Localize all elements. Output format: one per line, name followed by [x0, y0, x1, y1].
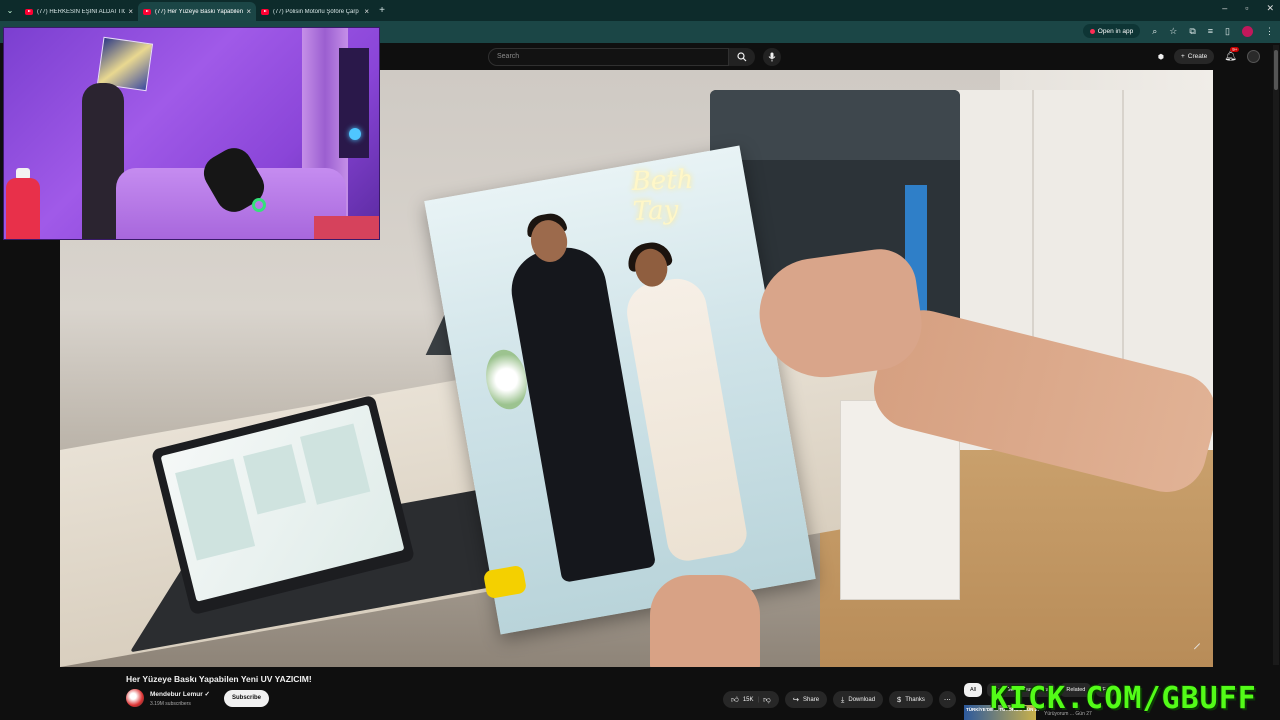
profile-avatar[interactable]: [1242, 25, 1253, 37]
cam-bottle: [6, 178, 40, 239]
browser-tab-1[interactable]: (77) HERKESİN EŞİNİ ALDATTIĞI ×: [20, 2, 138, 21]
toolbar-right: Open in app ⌕ ☆ ⧉ ≡ ▯ ⋮: [1082, 24, 1274, 38]
tab-search-icon[interactable]: ⌄: [0, 0, 20, 21]
create-label: Create: [1187, 53, 1208, 60]
screen: ⌄ (77) HERKESİN EŞİNİ ALDATTIĞI × (77) H…: [0, 0, 1280, 720]
download-label: Download: [848, 696, 876, 703]
tab-title: (77) HERKESİN EŞİNİ ALDATTIĞI: [37, 8, 126, 15]
subscribe-button[interactable]: Subscribe: [224, 690, 270, 707]
youtube-favicon-icon: [25, 8, 33, 15]
close-window-icon[interactable]: ✕: [1266, 3, 1274, 14]
account-avatar[interactable]: [1247, 50, 1260, 63]
media-icon[interactable]: ≡: [1208, 26, 1213, 36]
scrollbar-thumb[interactable]: [1274, 50, 1278, 90]
channel-name-text: Mendebur Lemur: [150, 691, 203, 698]
zoom-icon[interactable]: ⌕: [1152, 26, 1157, 37]
subscriber-count: 3.19M subscribers: [150, 701, 191, 707]
close-tab-icon[interactable]: ×: [246, 7, 251, 16]
cam-lamp: [349, 128, 361, 140]
kick-watermark: KICK.COM/GBUFF: [990, 681, 1257, 716]
microphone-icon: [768, 52, 776, 62]
browser-tab-3[interactable]: (77) Polisin Motorlu Şöföre Çarp ×: [256, 2, 374, 21]
thanks-button[interactable]: $ Thanks: [889, 691, 933, 708]
open-in-app-label: Open in app: [1097, 27, 1134, 35]
photo-neon-text: Beth Tay: [631, 164, 694, 227]
scrollbar-track[interactable]: [1273, 45, 1279, 665]
printer-lid: [710, 90, 960, 160]
cursor-icon: ⸝: [1192, 635, 1201, 652]
cam-window: [339, 48, 369, 158]
close-tab-icon[interactable]: ×: [364, 7, 369, 16]
close-tab-icon[interactable]: ×: [128, 7, 133, 16]
webcam-overlay: [3, 27, 380, 240]
maximize-icon[interactable]: ▫: [1245, 3, 1248, 14]
header-actions: ⬢ + Create 🔔︎ 9+: [1158, 47, 1260, 64]
video-title: Her Yüzeye Baskı Yapabilen Yeni UV YAZIC…: [126, 674, 312, 684]
create-button[interactable]: + Create: [1173, 49, 1215, 64]
extensions-icon[interactable]: ⧉: [1189, 26, 1195, 37]
like-count[interactable]: 15K: [743, 697, 754, 703]
browser-tab-strip: ⌄ (77) HERKESİN EŞİNİ ALDATTIĞI × (77) H…: [0, 0, 1280, 21]
channel-avatar[interactable]: [126, 689, 144, 707]
cam-mic-light: [252, 198, 266, 212]
share-icon: ↪: [792, 695, 800, 704]
voice-search-button[interactable]: [763, 48, 781, 66]
verified-icon: ✓: [204, 691, 210, 698]
share-label: Share: [803, 696, 820, 703]
tab-title: (77) Her Yüzeye Baskı Yapabilen: [155, 8, 244, 15]
thanks-label: Thanks: [905, 696, 925, 703]
bell-icon: 🔔︎: [1224, 51, 1237, 62]
sidebar-icon[interactable]: ▯: [1225, 26, 1230, 37]
download-icon: ⤓: [841, 694, 845, 704]
laptop-pane: [175, 458, 256, 561]
page-right-strip: [1213, 70, 1280, 667]
search-input[interactable]: Search: [488, 48, 729, 66]
channel-name[interactable]: Mendebur Lemur ✓: [150, 690, 210, 698]
download-button[interactable]: ⤓ Download: [833, 691, 884, 708]
cam-box: [314, 216, 379, 239]
search-button[interactable]: [729, 48, 755, 66]
laptop-pane: [243, 444, 307, 515]
like-divider: |: [757, 696, 760, 703]
search-icon: [737, 52, 747, 62]
thumbs-down-icon[interactable]: 👎︎: [763, 695, 771, 705]
app-icon: [1089, 28, 1095, 34]
video-actions: 👍︎ 15K | 👎︎ ↪ Share ⤓ Download $ Thanks …: [723, 691, 956, 708]
new-tab-icon[interactable]: +: [374, 5, 390, 16]
bookmark-star-icon[interactable]: ☆: [1169, 26, 1177, 37]
minimize-icon[interactable]: –: [1222, 3, 1227, 14]
youtube-favicon-icon: [143, 8, 151, 15]
window-controls: – ▫ ✕: [1222, 3, 1274, 14]
open-in-app-button[interactable]: Open in app: [1082, 24, 1141, 38]
cast-icon[interactable]: ⬢: [1158, 53, 1164, 61]
youtube-favicon-icon: [261, 8, 269, 15]
share-button[interactable]: ↪ Share: [784, 691, 828, 708]
plus-icon: +: [1180, 53, 1185, 60]
browser-tab-2-active[interactable]: (77) Her Yüzeye Baskı Yapabilen ×: [138, 2, 256, 21]
notifications-button[interactable]: 🔔︎ 9+: [1224, 47, 1240, 62]
menu-kebab-icon[interactable]: ⋮: [1265, 26, 1274, 37]
video-hand-bottom: [650, 575, 760, 667]
notification-badge: 9+: [1230, 47, 1240, 52]
tab-title: (77) Polisin Motorlu Şöföre Çarp: [273, 8, 359, 15]
chip-all[interactable]: All: [964, 683, 983, 697]
like-dislike-group: 👍︎ 15K | 👎︎: [723, 691, 779, 708]
thanks-icon: $: [897, 695, 902, 704]
more-actions-icon[interactable]: ⋯: [938, 691, 956, 708]
video-info-panel: Her Yüzeye Baskı Yapabilen Yeni UV YAZIC…: [0, 667, 1280, 720]
laptop-pane: [300, 423, 371, 505]
thumbs-up-icon[interactable]: 👍︎: [731, 695, 739, 705]
